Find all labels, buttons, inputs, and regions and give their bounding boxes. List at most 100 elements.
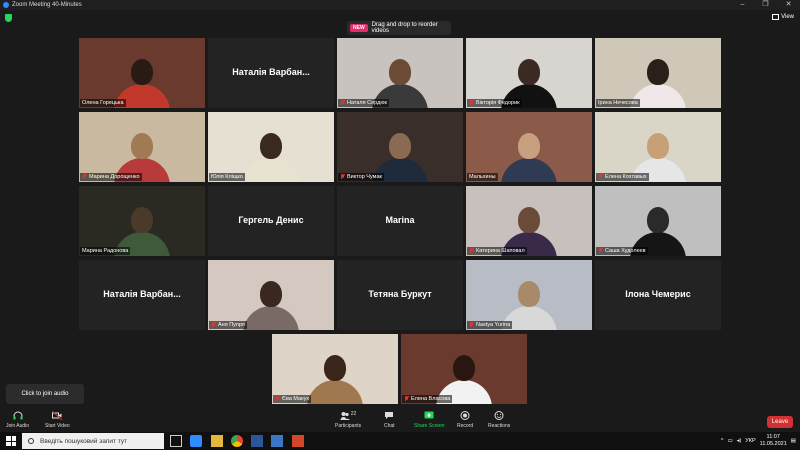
join-audio-popup-text: Click to join audio — [21, 391, 69, 397]
system-tray: ^ ▭ ◂) УКР 11:07 11.05.2021 ▤ — [721, 433, 796, 449]
participant-name: Катерина Шаповал — [476, 248, 525, 254]
participant-name-placeholder: Тетяна Буркут — [368, 289, 432, 299]
tray-up-arrow-icon[interactable]: ^ — [721, 438, 724, 444]
participant-video — [595, 112, 721, 182]
word-icon[interactable] — [251, 435, 263, 447]
reorder-banner: NEW Drag and drop to reorder videos — [347, 21, 451, 35]
participant-name-label: Юлія Кліщко — [209, 173, 245, 181]
participant-tile[interactable]: Саша Худолеев — [595, 186, 721, 256]
participant-name: Марина Дорощенко — [89, 174, 140, 180]
participant-video — [79, 38, 205, 108]
share-screen-button[interactable]: Share Screen — [414, 411, 445, 429]
participant-head — [131, 207, 153, 233]
view-button[interactable]: View — [772, 14, 794, 20]
mic-muted-icon — [82, 174, 87, 180]
participant-head — [131, 59, 153, 85]
security-shield-icon[interactable] — [5, 14, 12, 22]
restore-button[interactable]: ❐ — [754, 0, 777, 10]
participant-tile[interactable]: Marina — [337, 186, 463, 256]
participant-tile[interactable]: Вікторія Федорик — [466, 38, 592, 108]
participant-video — [337, 112, 463, 182]
participant-video — [79, 112, 205, 182]
leave-button[interactable]: Leave — [767, 416, 793, 428]
join-audio-button[interactable]: Join Audio — [6, 411, 29, 429]
chat-label: Chat — [384, 423, 395, 429]
language-indicator[interactable]: УКР — [745, 438, 755, 444]
join-audio-popup[interactable]: Click to join audio — [6, 384, 84, 404]
chat-icon — [385, 412, 394, 419]
network-icon[interactable]: ▭ — [728, 438, 733, 444]
participant-body — [501, 158, 557, 182]
zoom-app-icon[interactable] — [190, 435, 202, 447]
chrome-icon[interactable] — [231, 435, 243, 447]
start-video-button[interactable]: Start Video — [45, 411, 70, 429]
window-controls: – ❐ ✕ — [731, 0, 800, 10]
participant-name-placeholder: Наталія Варбан... — [232, 67, 310, 77]
file-explorer-icon[interactable] — [211, 435, 223, 447]
participants-label: Participants — [335, 423, 362, 429]
task-view-icon[interactable] — [170, 435, 182, 447]
minimize-button[interactable]: – — [731, 0, 754, 10]
participants-icon — [340, 412, 350, 420]
participant-name: Юлія Кліщко — [211, 174, 243, 180]
participant-tile[interactable]: Тетяна Буркут — [337, 260, 463, 330]
participant-name-label: Олена Горецька — [80, 99, 126, 107]
participant-tile[interactable]: Наталя Сердюк — [337, 38, 463, 108]
participant-tile[interactable]: Гергель Денис — [208, 186, 334, 256]
participant-tile[interactable]: Катерина Шаповал — [466, 186, 592, 256]
participant-name: Елена Кохтавых — [605, 174, 647, 180]
notifications-icon[interactable]: ▤ — [791, 438, 796, 444]
taskbar-search-box[interactable]: Введіть пошуковий запит тут — [22, 433, 164, 449]
participants-button[interactable]: 22 Participants — [335, 411, 361, 429]
participant-tile[interactable]: Ірина Нечесова — [595, 38, 721, 108]
mic-muted-icon — [469, 322, 474, 328]
title-bar: Zoom Meeting 40-Minutes – ❐ ✕ — [0, 0, 800, 10]
participant-tile[interactable]: Nastya Yurina — [466, 260, 592, 330]
powerpoint-icon[interactable] — [292, 435, 304, 447]
participant-head — [647, 133, 669, 159]
participant-name: Nastya Yurina — [476, 322, 511, 328]
join-audio-label: Join Audio — [6, 423, 30, 429]
participant-name: Єва Макух — [282, 396, 310, 402]
participant-tile[interactable]: Єва Макух — [272, 334, 398, 404]
participant-name: Ірина Нечесова — [598, 100, 638, 106]
participant-name-label: Елена Кохтавых — [596, 173, 649, 181]
participant-tile[interactable]: Виктор Чумак — [337, 112, 463, 182]
volume-icon[interactable]: ◂) — [737, 438, 742, 444]
participant-tile[interactable]: Наталія Варбан... — [208, 38, 334, 108]
participant-name-placeholder: Ілона Чемерис — [625, 289, 691, 299]
participant-video — [401, 334, 527, 404]
window-title: Zoom Meeting 40-Minutes — [12, 2, 82, 8]
taskbar-search-placeholder: Введіть пошуковий запит тут — [40, 437, 128, 445]
reactions-icon — [494, 411, 504, 420]
participant-name: Вікторія Федорик — [476, 100, 520, 106]
participant-name-label: Марина Радонова — [80, 247, 131, 255]
participant-name-placeholder: Наталія Варбан... — [103, 289, 181, 299]
close-button[interactable]: ✕ — [777, 0, 800, 10]
share-screen-label: Share Screen — [414, 423, 445, 429]
participant-tile[interactable]: Елена Власова — [401, 334, 527, 404]
participant-tile[interactable]: Юлія Кліщко — [208, 112, 334, 182]
mail-icon[interactable] — [271, 435, 283, 447]
reactions-button[interactable]: Reactions — [488, 411, 510, 429]
participant-name-label: Аня Пупря — [209, 321, 247, 329]
participant-video — [466, 38, 592, 108]
participant-video — [466, 186, 592, 256]
participant-tile[interactable]: Мальхины — [466, 112, 592, 182]
participant-tile[interactable]: Олена Горецька — [79, 38, 205, 108]
chat-button[interactable]: Chat — [384, 411, 395, 429]
participant-tile[interactable]: Марина Дорощенко — [79, 112, 205, 182]
participant-head — [260, 281, 282, 307]
participant-head — [260, 133, 282, 159]
clock[interactable]: 11:07 11.05.2021 — [760, 434, 787, 448]
participant-tile[interactable]: Ілона Чемерис — [595, 260, 721, 330]
windows-start-icon[interactable] — [6, 436, 16, 446]
participant-tile[interactable]: Елена Кохтавых — [595, 112, 721, 182]
participant-tile[interactable]: Аня Пупря — [208, 260, 334, 330]
record-button[interactable]: Record — [457, 411, 473, 429]
participant-tile[interactable]: Марина Радонова — [79, 186, 205, 256]
mic-muted-icon — [211, 322, 216, 328]
participant-name: Виктор Чумак — [347, 174, 382, 180]
participant-tile[interactable]: Наталія Варбан... — [79, 260, 205, 330]
participant-name-label: Саша Худолеев — [596, 247, 648, 255]
